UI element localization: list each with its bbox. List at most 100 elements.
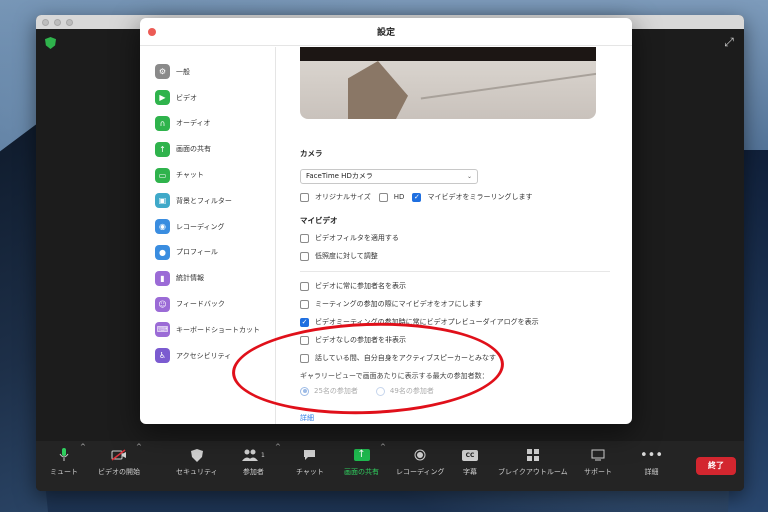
- sidebar-item-label: 背景とフィルター: [176, 196, 232, 205]
- sidebar-item-label: レコーディング: [176, 222, 225, 231]
- sidebar-item-keyboard-shortcuts[interactable]: ⌨ キーボードショートカット: [140, 317, 275, 343]
- keyboard-icon: ⌨: [155, 322, 170, 338]
- camera-select-value: FaceTime HDカメラ: [306, 172, 373, 180]
- participants-count: 1: [261, 451, 265, 459]
- end-meeting-button[interactable]: 終了: [696, 457, 736, 475]
- share-options-caret[interactable]: ^: [380, 443, 386, 451]
- original-size-checkbox[interactable]: オリジナルサイズ: [300, 192, 371, 202]
- meeting-toolbar: ミュート ^ ビデオの開始 ^ セキュリティ 1 参加者 ^ チャット ↑ 画面…: [36, 441, 744, 491]
- profile-icon: ●: [155, 244, 170, 260]
- self-active-speaker-checkbox[interactable]: 話している間、自分自身をアクティブスピーカーとみなす: [300, 353, 496, 363]
- sidebar-item-video[interactable]: ▶ ビデオ: [140, 85, 275, 111]
- recording-label: レコーディング: [396, 468, 445, 476]
- support-button[interactable]: サポート: [584, 447, 612, 477]
- sidebar-item-chat[interactable]: ▭ チャット: [140, 162, 275, 188]
- video-options-caret[interactable]: ^: [136, 443, 142, 451]
- chat-bubble-icon: [303, 447, 316, 463]
- sidebar-item-accessibility[interactable]: ♿ アクセシビリティ: [140, 343, 275, 369]
- sidebar-item-recording[interactable]: ◉ レコーディング: [140, 214, 275, 240]
- dialog-header: 設定: [140, 18, 632, 46]
- sidebar-item-label: ビデオ: [176, 93, 197, 102]
- sidebar-item-label: 統計情報: [176, 274, 204, 283]
- sidebar-item-audio[interactable]: ∩ オーディオ: [140, 111, 275, 137]
- start-video-button[interactable]: ビデオの開始: [98, 447, 140, 477]
- share-screen-button[interactable]: ↑ 画面の共有: [344, 447, 379, 477]
- settings-dialog: 設定 ⚙ 一般 ▶ ビデオ ∩ オーディオ ↑ 画面の共有 ▭ チャット ▣ 背…: [140, 18, 632, 424]
- mute-options-caret[interactable]: ^: [80, 443, 86, 451]
- sidebar-item-feedback[interactable]: ☺ フィードバック: [140, 291, 275, 317]
- sidebar-item-label: キーボードショートカット: [176, 325, 260, 334]
- accessibility-icon: ♿: [155, 348, 170, 364]
- checkbox-box: [300, 233, 309, 243]
- window-close-button[interactable]: [42, 18, 49, 26]
- gear-icon: ⚙: [155, 64, 170, 80]
- video-off-on-join-checkbox[interactable]: ミーティングの参加の際にマイビデオをオフにします: [300, 299, 483, 309]
- security-shield-icon: [190, 447, 203, 463]
- breakout-grid-icon: [526, 447, 539, 463]
- stats-icon: ▮: [155, 270, 170, 286]
- participants-options-caret[interactable]: ^: [275, 443, 281, 451]
- sidebar-item-label: プロフィール: [176, 248, 218, 257]
- chevron-down-icon: ⌄: [466, 173, 472, 180]
- settings-sidebar: ⚙ 一般 ▶ ビデオ ∩ オーディオ ↑ 画面の共有 ▭ チャット ▣ 背景とフ…: [140, 47, 276, 424]
- window-zoom-button[interactable]: [66, 18, 73, 26]
- gallery-radio-group: 25名の参加者 49名の参加者: [300, 386, 442, 396]
- radio-dot: [300, 386, 309, 396]
- sidebar-item-share-screen[interactable]: ↑ 画面の共有: [140, 136, 275, 162]
- hide-non-video-checkbox[interactable]: ビデオなしの参加者を非表示: [300, 335, 406, 345]
- checkbox-box: [300, 251, 309, 261]
- radio-dot: [375, 386, 385, 396]
- sidebar-item-general[interactable]: ⚙ 一般: [140, 59, 275, 85]
- dialog-close-button[interactable]: [148, 28, 156, 36]
- show-names-checkbox[interactable]: ビデオに常に参加者名を表示: [300, 281, 406, 291]
- support-label: サポート: [584, 468, 612, 476]
- advanced-settings-link[interactable]: 詳細: [300, 413, 314, 423]
- window-minimize-button[interactable]: [54, 18, 61, 26]
- camera-select[interactable]: FaceTime HDカメラ ⌄: [300, 169, 478, 184]
- camera-options-row: オリジナルサイズ HD ✓ マイビデオをミラーリングします: [300, 192, 540, 202]
- start-video-label: ビデオの開始: [98, 468, 140, 476]
- my-video-section-title: マイビデオ: [300, 216, 338, 225]
- video-icon: ▶: [155, 90, 170, 106]
- checkbox-box: [300, 281, 309, 291]
- share-screen-icon: ↑: [353, 447, 370, 463]
- microphone-icon: [59, 447, 69, 463]
- sidebar-item-profile[interactable]: ● プロフィール: [140, 240, 275, 266]
- sidebar-item-statistics[interactable]: ▮ 統計情報: [140, 265, 275, 291]
- more-label: 詳細: [644, 468, 659, 476]
- breakout-rooms-button[interactable]: ブレイクアウトルーム: [498, 447, 568, 477]
- low-light-checkbox[interactable]: 低照度に対して調整: [300, 251, 378, 261]
- gallery-49-radio[interactable]: 49名の参加者: [375, 386, 434, 396]
- chat-label: チャット: [296, 468, 324, 476]
- hd-checkbox[interactable]: HD: [378, 192, 404, 202]
- record-icon: ◉: [155, 219, 170, 235]
- gallery-max-label: ギャラリービューで画面あたりに表示する最大の参加者数：: [300, 372, 489, 380]
- section-divider: [300, 271, 610, 272]
- video-preview-checkbox[interactable]: ✓ ビデオミーティングの参加時に常にビデオプレビューダイアログを表示: [300, 317, 539, 327]
- checkbox-box: [300, 353, 309, 363]
- more-button[interactable]: ••• 詳細: [640, 447, 663, 477]
- chat-button[interactable]: チャット: [296, 447, 324, 477]
- captions-button[interactable]: CC 字幕: [462, 447, 478, 477]
- sidebar-item-label: 一般: [176, 67, 190, 76]
- checkbox-box: [300, 299, 309, 309]
- security-button[interactable]: セキュリティ: [176, 447, 218, 477]
- video-off-icon: [111, 447, 127, 463]
- recording-button[interactable]: レコーディング: [396, 447, 445, 477]
- checkbox-box: [300, 335, 309, 345]
- checkbox-box: [300, 192, 309, 202]
- camera-preview: [300, 47, 596, 119]
- video-filter-checkbox[interactable]: ビデオフィルタを適用する: [300, 233, 399, 243]
- captions-label: 字幕: [463, 468, 477, 476]
- participants-button[interactable]: 1 参加者: [242, 447, 265, 477]
- fullscreen-expand-icon[interactable]: ⤢: [722, 35, 736, 49]
- mirror-video-checkbox[interactable]: ✓ マイビデオをミラーリングします: [412, 192, 532, 202]
- sidebar-item-label: フィードバック: [176, 300, 225, 309]
- mute-button[interactable]: ミュート: [50, 447, 78, 477]
- sidebar-item-label: 画面の共有: [176, 145, 211, 154]
- camera-section-title: カメラ: [300, 149, 323, 158]
- more-dots-icon: •••: [640, 447, 664, 463]
- sidebar-item-label: オーディオ: [176, 119, 211, 128]
- sidebar-item-background[interactable]: ▣ 背景とフィルター: [140, 188, 275, 214]
- gallery-25-radio[interactable]: 25名の参加者: [300, 386, 358, 396]
